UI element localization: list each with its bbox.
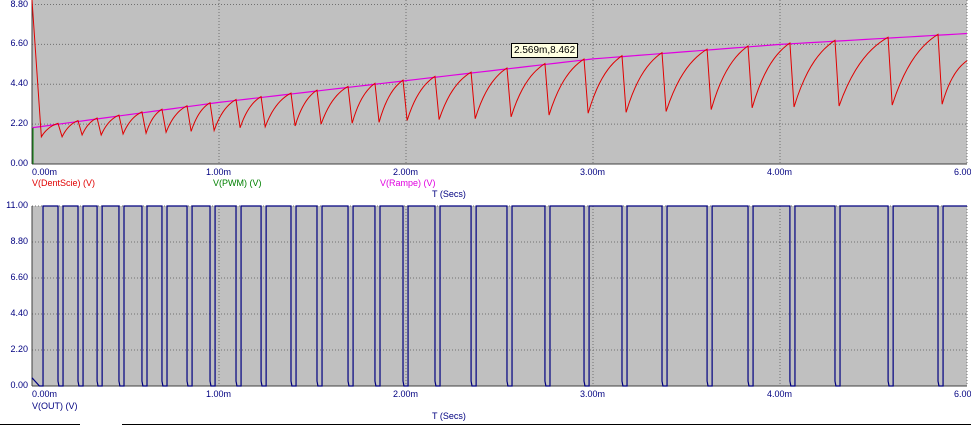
top-plot-area[interactable]	[31, 0, 968, 165]
top-x-tick: 0.00m	[32, 167, 58, 177]
top-y-tick: 0.00	[10, 158, 28, 168]
top-x-tick: 4.00m	[767, 167, 793, 177]
divider-left	[0, 424, 80, 425]
legend-dentscie: V(DentScie) (V)	[32, 178, 96, 188]
cursor-readout-tooltip: 2.569m,8.462	[511, 43, 579, 58]
top-y-tick: 2.20	[10, 118, 28, 129]
top-y-tick: 8.80	[10, 0, 28, 9]
top-x-axis-label: T (Secs)	[432, 189, 466, 199]
bottom-background	[32, 206, 967, 386]
bottom-y-tick: 6.60	[10, 272, 28, 282]
top-y-tick: 4.40	[10, 78, 28, 89]
bottom-y-tick: 11.00	[6, 200, 28, 210]
bottom-y-tick: 2.20	[10, 344, 28, 354]
bottom-x-tick: 4.00m	[767, 389, 793, 399]
bottom-x-tick: 3.00m	[580, 389, 606, 399]
bottom-x-tick: 0.00m	[32, 389, 58, 399]
bottom-plot-area[interactable]	[31, 205, 968, 387]
legend-pwm: V(PWM) (V)	[213, 178, 262, 188]
top-y-tick: 6.60	[10, 38, 28, 49]
legend-rampe: V(Rampe) (V)	[380, 178, 436, 188]
top-x-tick: 6.00	[954, 167, 971, 177]
bottom-x-tick: 1.00m	[206, 389, 232, 399]
bottom-y-tick: 0.00	[10, 380, 28, 390]
bottom-y-tick: 4.40	[10, 308, 28, 318]
bottom-y-tick: 8.80	[10, 236, 28, 246]
bottom-x-tick: 6.00	[954, 389, 971, 399]
top-background	[32, 0, 967, 164]
top-x-tick: 3.00m	[580, 167, 606, 177]
divider-right	[122, 424, 971, 425]
waveform-plots	[31, 0, 968, 387]
legend-out: V(OUT) (V)	[32, 401, 78, 411]
bottom-x-tick: 2.00m	[393, 389, 419, 399]
top-x-tick: 1.00m	[206, 167, 232, 177]
bottom-x-axis-label: T (Secs)	[432, 411, 466, 421]
top-x-tick: 2.00m	[393, 167, 419, 177]
